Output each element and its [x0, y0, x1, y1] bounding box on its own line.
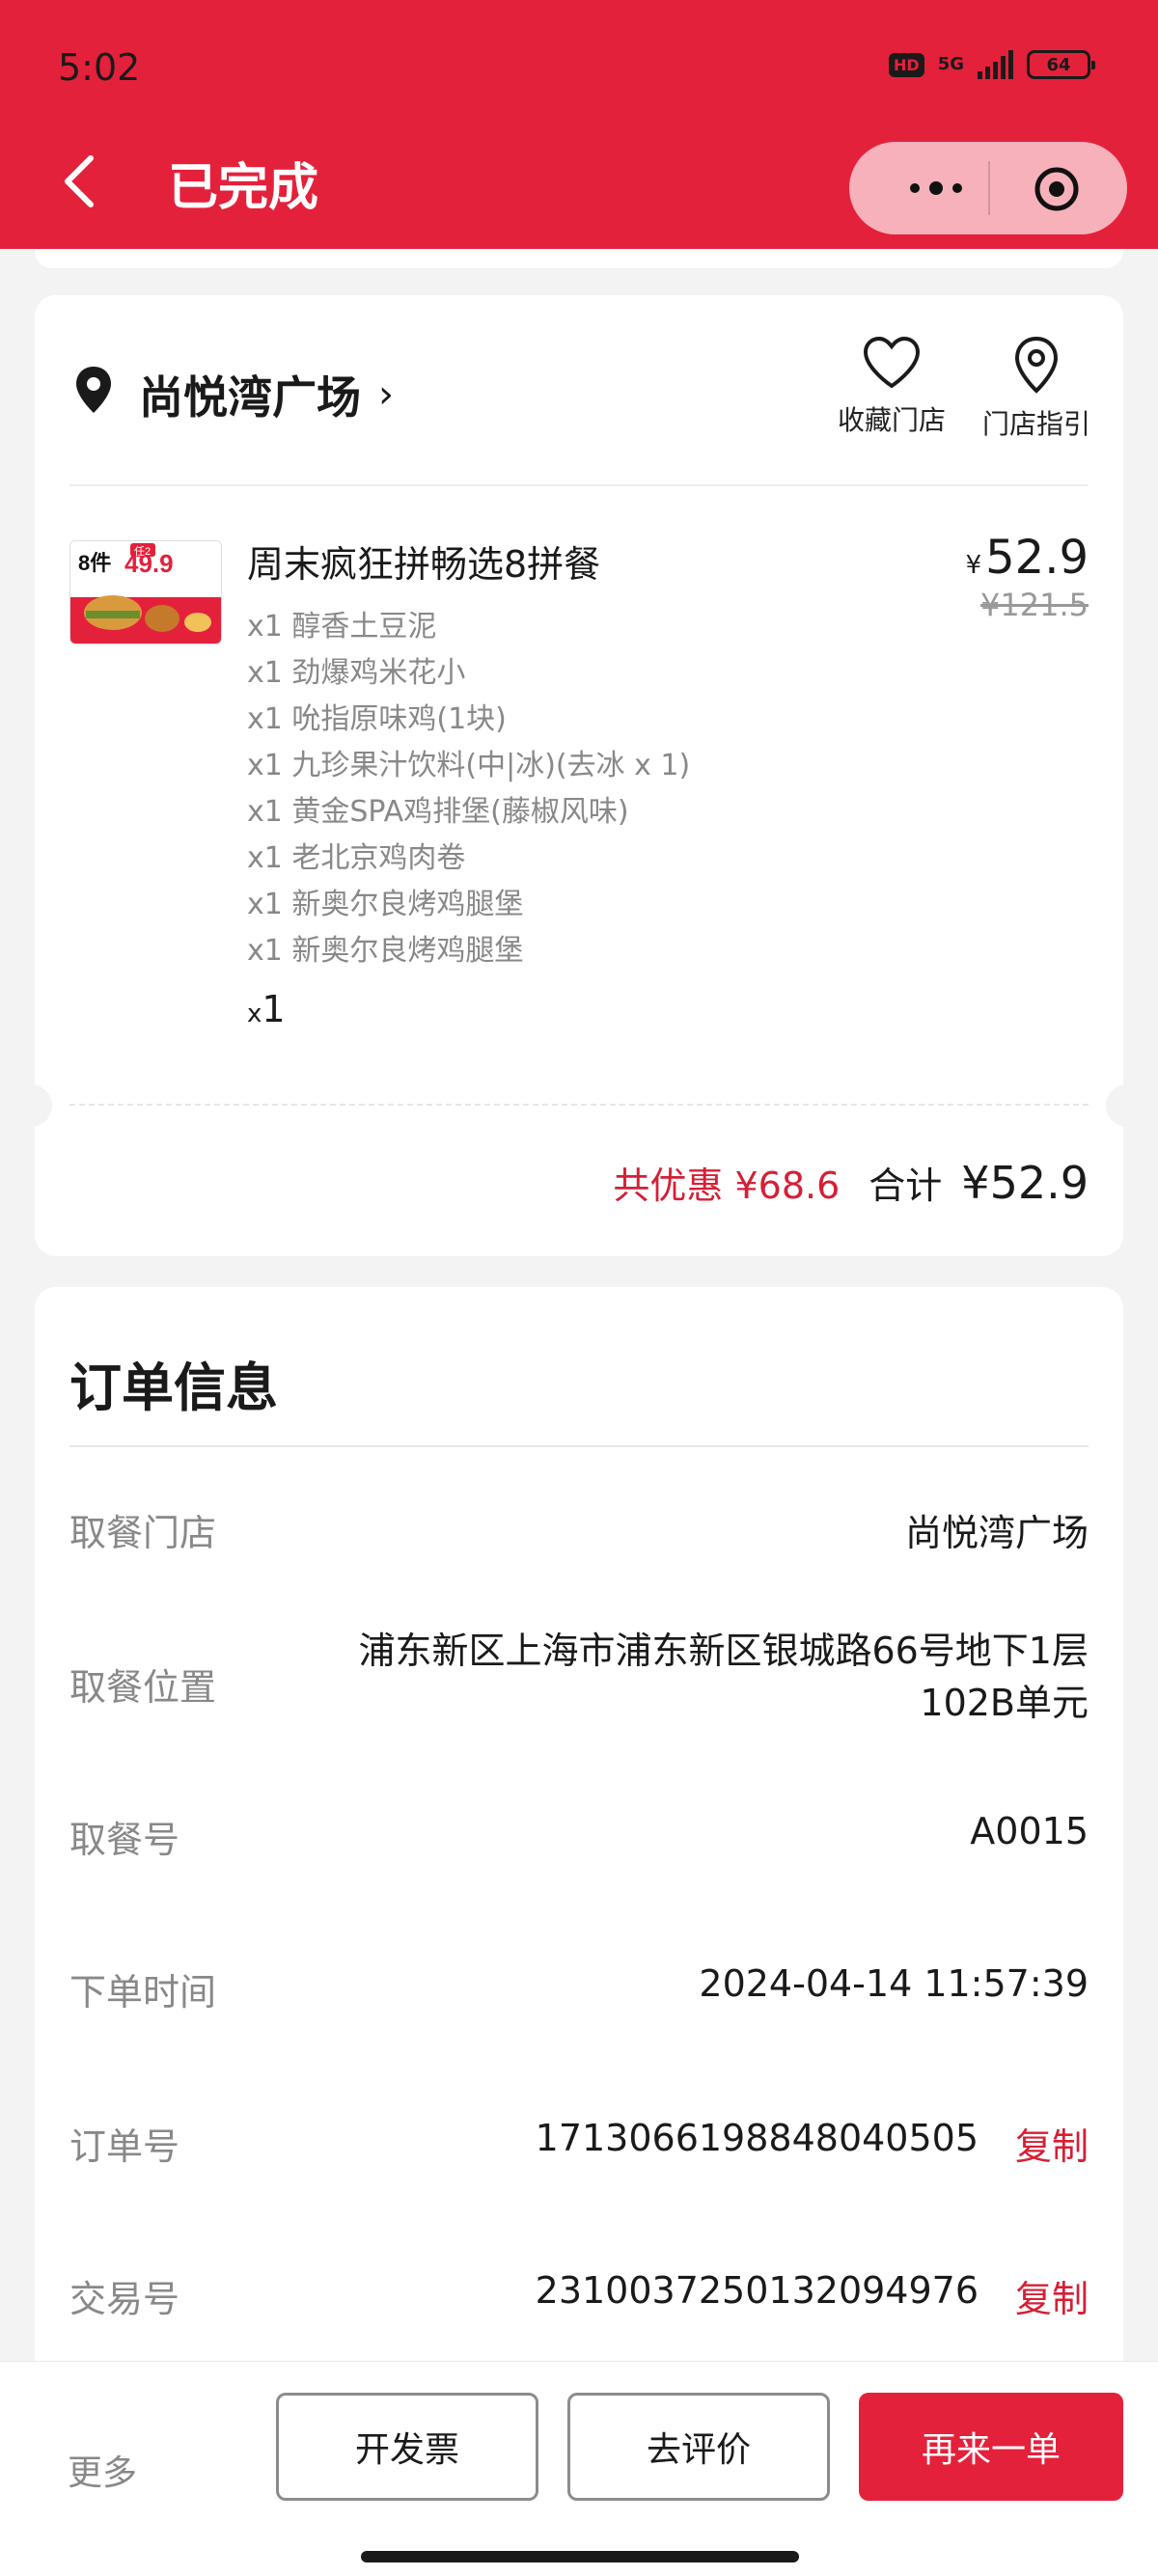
order-card: 尚悦湾广场 › 收藏门店 门店指引 8件 49.9 任2 周末疯狂拼畅选8拼餐: [17, 295, 1141, 1256]
more-menu-icon[interactable]: [888, 167, 984, 209]
favorite-store-label: 收藏门店: [837, 404, 946, 436]
ticket-notch-left: [17, 1084, 52, 1127]
copy-order-number-button[interactable]: 复制: [1015, 2117, 1089, 2170]
total-label: 合计: [868, 1165, 943, 1207]
transaction-number-label: 交易号: [69, 2278, 180, 2320]
order-number-value: 1713066198848040505: [535, 2117, 979, 2159]
bottom-action-bar: 更多 开发票 去评价 再来一单: [0, 2361, 1158, 2576]
app-header: 5:02 HD 5G 64 已完成: [0, 0, 1158, 249]
dashed-divider: [69, 1104, 1089, 1106]
favorite-store-button[interactable]: 收藏门店: [824, 336, 959, 438]
mini-program-capsule: [849, 142, 1127, 234]
review-button[interactable]: 去评价: [567, 2393, 830, 2501]
network-label: 5G: [937, 54, 964, 74]
pickup-number-value: A0015: [970, 1810, 1089, 1852]
total-discount: 共优惠 ¥68.6: [613, 1165, 841, 1207]
combo-items-list: x1 醇香土豆泥 x1 劲爆鸡米花小 x1 吮指原味鸡(1块) x1 九珍果汁饮…: [247, 604, 690, 974]
battery-icon: 64: [1027, 50, 1095, 79]
divider: [69, 1445, 1089, 1447]
list-item: x1 劲爆鸡米花小: [247, 656, 466, 690]
current-price: 52.9: [985, 531, 1089, 585]
list-item: x1 黄金SPA鸡排堡(藤椒风味): [247, 795, 629, 829]
home-indicator: [361, 2551, 799, 2562]
order-summary: 共优惠 ¥68.6 合计 ¥52.9: [613, 1156, 1089, 1209]
store-name-link[interactable]: 尚悦湾广场 ›: [139, 363, 394, 426]
quantity-value: 1: [262, 988, 286, 1030]
pickup-number-label: 取餐号: [69, 1819, 180, 1861]
transaction-number-value: 2310037250132094976: [535, 2269, 979, 2312]
product-name: 周末疯狂拼畅选8拼餐: [247, 543, 601, 586]
location-pin-icon: [76, 367, 111, 413]
chevron-right-icon: ›: [378, 372, 394, 417]
location-guide-icon: [1014, 336, 1059, 394]
pickup-location-value: 浦东新区上海市浦东新区银城路66号地下1层102B单元: [358, 1630, 1089, 1724]
total-amount: ¥52.9: [961, 1157, 1089, 1209]
section-title: 订单信息: [69, 1357, 278, 1418]
invoice-button[interactable]: 开发票: [276, 2393, 538, 2501]
pickup-location-label: 取餐位置: [69, 1666, 217, 1709]
thumb-text: 8件: [78, 551, 111, 575]
product-thumbnail[interactable]: 8件 49.9 任2: [69, 540, 222, 644]
close-target-icon[interactable]: [1033, 165, 1081, 213]
product-quantity: x1: [247, 988, 286, 1030]
pickup-store-value: 尚悦湾广场: [904, 1512, 1089, 1554]
currency-symbol: ¥: [965, 551, 982, 580]
order-number-label: 订单号: [69, 2125, 180, 2168]
more-button[interactable]: 更多: [68, 2445, 137, 2495]
status-icons: HD 5G 64: [889, 50, 1095, 79]
list-item: x1 新奥尔良烤鸡腿堡: [247, 934, 524, 968]
thumb-badge: 任2: [134, 545, 151, 558]
heart-icon: [863, 336, 921, 389]
store-name: 尚悦湾广场: [139, 371, 361, 424]
list-item: x1 九珍果汁饮料(中|冰)(去冰 x 1): [247, 749, 691, 782]
back-arrow-icon: [65, 155, 94, 207]
reorder-button[interactable]: 再来一单: [859, 2393, 1123, 2501]
status-time: 5:02: [58, 46, 141, 89]
list-item: x1 新奥尔良烤鸡腿堡: [247, 888, 524, 921]
list-item: x1 老北京鸡肉卷: [247, 841, 466, 875]
quantity-prefix: x: [247, 1000, 262, 1028]
ticket-notch-right: [1106, 1084, 1141, 1127]
divider: [69, 484, 1089, 486]
original-price: ¥121.5: [980, 587, 1089, 623]
order-time-value: 2024-04-14 11:57:39: [699, 1962, 1089, 2005]
list-item: x1 吮指原味鸡(1块): [247, 702, 507, 736]
signal-icon: [978, 50, 1013, 79]
back-button[interactable]: [60, 154, 98, 208]
hd-badge: HD: [889, 52, 924, 77]
product-price: ¥52.9 ¥121.5: [966, 531, 1089, 623]
list-item: x1 醇香土豆泥: [247, 610, 437, 644]
capsule-divider: [988, 161, 990, 215]
pickup-store-label: 取餐门店: [69, 1512, 217, 1554]
page-title: 已完成: [168, 159, 319, 217]
store-guide-button[interactable]: 门店指引: [969, 336, 1104, 442]
order-time-label: 下单时间: [69, 1971, 217, 2014]
copy-transaction-number-button[interactable]: 复制: [1015, 2269, 1089, 2322]
previous-card-edge: [35, 249, 1123, 268]
store-guide-label: 门店指引: [981, 408, 1090, 440]
